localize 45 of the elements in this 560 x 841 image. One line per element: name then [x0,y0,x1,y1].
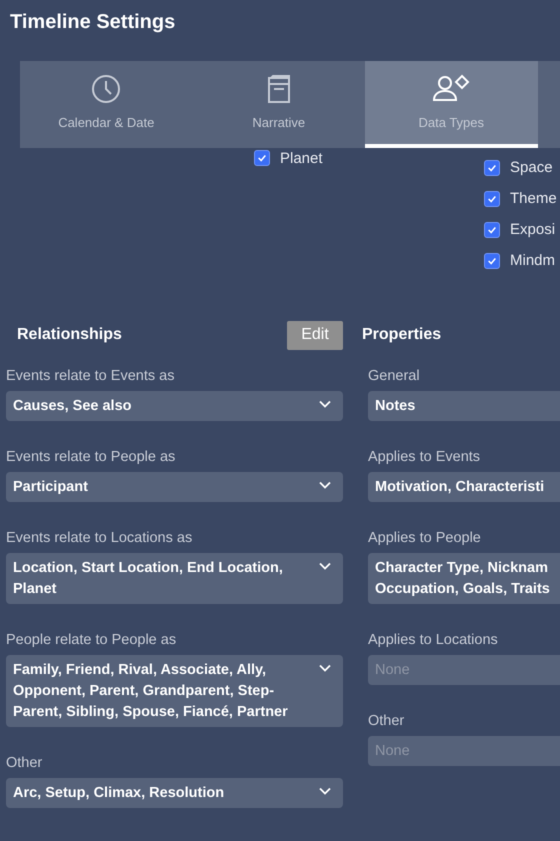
edit-button[interactable]: Edit [287,320,343,350]
section-heading: Properties [362,326,442,344]
clock-icon [90,73,122,105]
tab[interactable]: Calendar & Date [20,61,192,148]
field-label: General [368,367,421,386]
field-label: Events relate to Locations as [6,529,194,548]
section-heading: Relationships [17,326,122,344]
window-title: Timeline Settings [9,10,176,34]
field-label: People relate to People as [6,631,178,650]
checkbox-label: Planet [280,150,323,166]
checkbox[interactable] [484,160,500,176]
checkbox[interactable] [484,252,500,268]
field-label: Events relate to Events as [6,367,176,386]
dropdown-field[interactable]: Family, Friend, Rival, Associate, Ally, Opponent, Parent, Grandparent, Step-Parent, Sibling, Spouse, Fiancé, Partner [6,655,343,727]
field-label: Events relate to People as [6,448,176,467]
checkbox[interactable] [484,190,500,206]
checkmark-icon [487,194,497,204]
field-label: Applies to People [368,529,482,548]
chevron-down-icon [319,787,331,795]
dropdown-field[interactable]: Arc, Setup, Climax, Resolution [6,778,343,808]
chevron-down-icon [319,481,331,489]
checkbox-label: Space [510,159,553,176]
checkmark-icon [487,256,497,266]
checkbox-label: Theme [510,190,557,207]
checkmark-icon [257,153,267,163]
dropdown-field[interactable]: Motivation, Characteristi [368,472,560,502]
dropdown-field[interactable]: Causes, See also [6,391,343,421]
field-label: Other [6,754,44,773]
field-label: Other [368,712,406,731]
checkbox[interactable] [484,222,500,238]
dropdown-field[interactable]: Character Type, Nicknam Occupation, Goals, Traits [368,553,560,604]
chevron-down-icon [319,400,331,408]
dropdown-field[interactable]: Notes [368,391,560,421]
checkbox[interactable] [254,150,270,166]
field-label: Applies to Events [368,448,482,467]
tab[interactable]: Narrative [192,61,365,148]
checkbox-label: Mindm [510,252,556,269]
checkbox-label: Exposi [510,221,556,238]
dropdown-field[interactable]: Location, Start Location, End Location, Planet [6,553,343,604]
chevron-down-icon [319,562,331,570]
checkmark-icon [487,162,497,172]
dropdown-field[interactable]: Participant [6,472,343,502]
field-label: Applies to Locations [368,631,499,650]
chevron-down-icon [319,664,331,672]
checkmark-icon [487,224,497,234]
